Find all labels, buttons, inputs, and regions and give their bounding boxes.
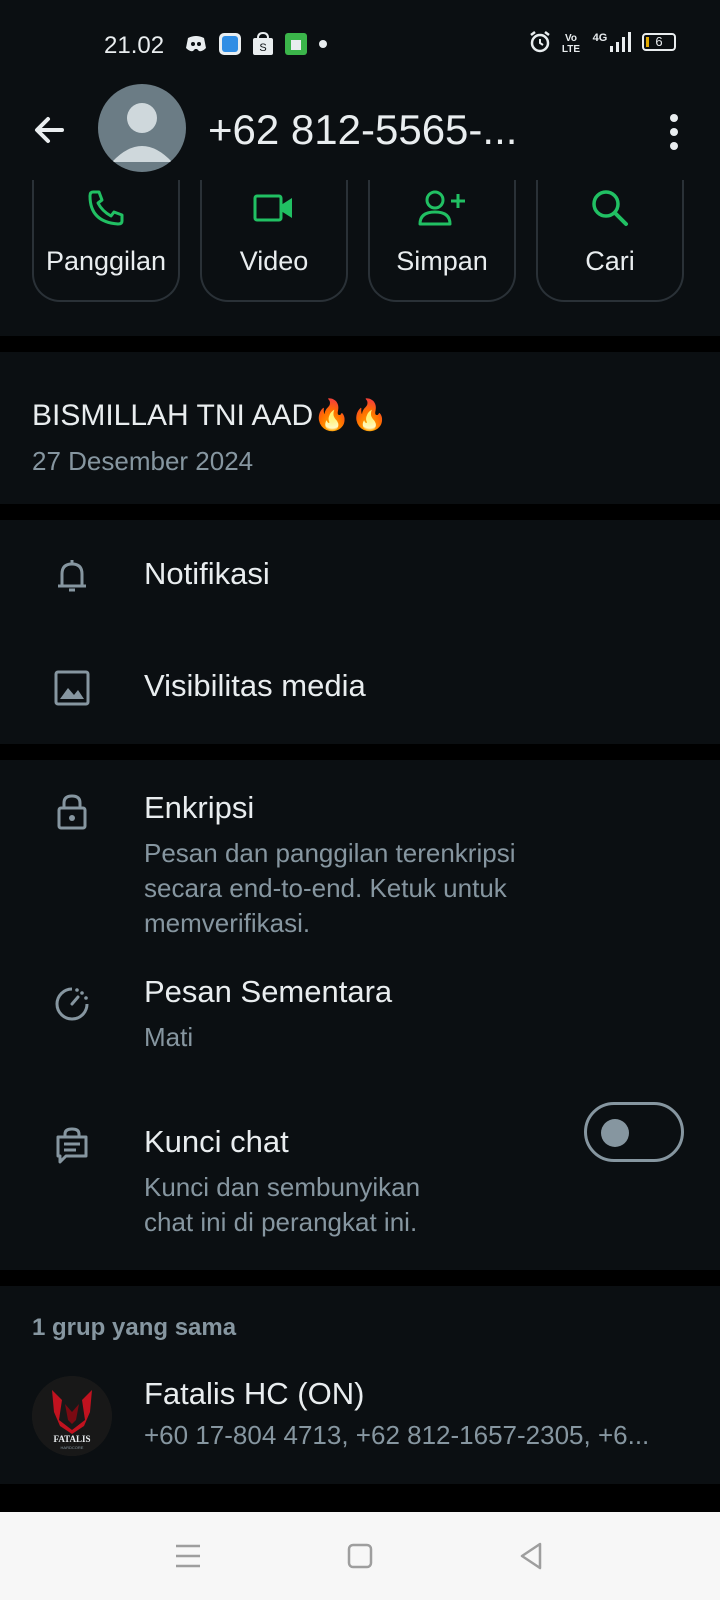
common-groups-header: 1 grup yang sama	[32, 1314, 237, 1341]
fatalis-logo-icon: FATALIS HARDCORE	[32, 1376, 112, 1456]
chat-lock-toggle[interactable]	[584, 1102, 684, 1162]
svg-text:LTE: LTE	[562, 44, 580, 54]
add-contact-icon	[418, 190, 465, 226]
navigation-bar	[0, 1512, 720, 1600]
volte-icon: VoLTE	[562, 33, 580, 54]
disappearing-messages-row[interactable]: Pesan Sementara Mati	[0, 946, 720, 1080]
about-section[interactable]: BISMILLAH TNI AAD🔥🔥 27 Desember 2024	[0, 352, 720, 504]
call-button-label: Panggilan	[45, 246, 167, 276]
app-icon	[219, 33, 241, 55]
app-bar: +62 812-5565-...	[0, 84, 720, 184]
encryption-row[interactable]: Enkripsi Pesan dan panggilan terenkripsi…	[0, 760, 720, 946]
status-bar: 21.02 S Vo LTE 4G 6	[0, 0, 720, 90]
chat-lock-description-line: chat ini di perangkat ini.	[144, 1207, 418, 1237]
group-members: +60 17-804 4713, +62 812-1657-2305, +6..…	[144, 1420, 650, 1450]
image-icon	[54, 670, 90, 706]
video-call-button-label: Video	[239, 246, 309, 276]
back-triangle-icon[interactable]	[512, 1536, 552, 1576]
notification-icons: S	[184, 32, 328, 56]
timer-icon	[55, 987, 89, 1021]
group-name: Fatalis HC (ON)	[144, 1376, 365, 1411]
video-call-button[interactable]: Video	[200, 180, 348, 302]
search-icon	[592, 190, 628, 226]
call-button[interactable]: Panggilan	[32, 180, 180, 302]
back-arrow-icon[interactable]	[28, 108, 72, 152]
about-status: BISMILLAH TNI AAD🔥🔥	[32, 399, 388, 432]
media-visibility-title: Visibilitas media	[144, 668, 366, 703]
more-options-icon[interactable]	[662, 108, 686, 156]
svg-text:4G: 4G	[593, 32, 608, 44]
save-contact-button[interactable]: Simpan	[368, 180, 516, 302]
about-date: 27 Desember 2024	[32, 446, 254, 476]
group-avatar: FATALIS HARDCORE	[32, 1376, 112, 1456]
toggle-knob	[601, 1119, 629, 1147]
phone-icon	[88, 190, 124, 226]
contact-avatar[interactable]	[98, 84, 186, 172]
encryption-description-line: secara end-to-end. Ketuk untuk	[144, 873, 507, 903]
4g-signal-icon: 4G	[593, 32, 631, 52]
group-avatar-text: FATALIS	[53, 1434, 90, 1444]
contact-title[interactable]: +62 812-5565-...	[208, 106, 517, 154]
battery-level: 6	[655, 34, 663, 49]
search-button-label: Cari	[585, 246, 635, 276]
media-visibility-row[interactable]: Visibilitas media	[0, 632, 720, 744]
chat-lock-row[interactable]: Kunci chat Kunci dan sembunyikan chat in…	[0, 1080, 720, 1270]
common-groups-section: 1 grup yang sama FATALIS HARDCORE Fatali…	[0, 1286, 720, 1484]
chat-lock-description: Kunci dan sembunyikan chat ini di perang…	[144, 1170, 420, 1240]
chat-lock-icon	[56, 1127, 88, 1164]
search-button[interactable]: Cari	[536, 180, 684, 302]
menu-icon[interactable]	[168, 1536, 208, 1576]
svg-text:Vo: Vo	[565, 33, 577, 44]
encryption-description-line: Pesan dan panggilan terenkripsi	[144, 838, 516, 868]
encryption-title: Enkripsi	[144, 790, 255, 825]
battery-icon: 6	[642, 33, 676, 51]
disappearing-messages-title: Pesan Sementara	[144, 974, 393, 1009]
encryption-description-line: memverifikasi.	[144, 908, 311, 938]
notifications-row[interactable]: Notifikasi	[0, 520, 720, 632]
encryption-description: Pesan dan panggilan terenkripsi secara e…	[144, 836, 515, 941]
bell-icon	[58, 560, 86, 592]
discord-icon	[186, 36, 206, 52]
disappearing-messages-value: Mati	[144, 1022, 194, 1052]
home-square-icon[interactable]	[340, 1536, 380, 1576]
chat-lock-description-line: Kunci dan sembunyikan	[144, 1172, 421, 1202]
video-icon	[253, 194, 292, 222]
notifications-title: Notifikasi	[144, 556, 270, 591]
dot-icon	[319, 40, 327, 48]
svg-text:S: S	[259, 42, 266, 54]
lock-icon	[57, 794, 87, 830]
media-notification-section: Notifikasi Visibilitas media	[0, 520, 720, 744]
status-time: 21.02	[104, 32, 165, 59]
group-avatar-subtext: HARDCORE	[61, 1445, 84, 1450]
store-icon	[285, 33, 307, 55]
alarm-icon	[530, 31, 550, 53]
privacy-section: Enkripsi Pesan dan panggilan terenkripsi…	[0, 760, 720, 1270]
chat-lock-title: Kunci chat	[144, 1124, 289, 1159]
system-icons: Vo LTE 4G 6	[528, 30, 676, 54]
save-contact-button-label: Simpan	[396, 246, 488, 276]
shopee-icon: S	[253, 32, 273, 55]
default-person-icon	[112, 103, 172, 162]
quick-actions: Panggilan Video Simpan Cari	[0, 180, 720, 336]
